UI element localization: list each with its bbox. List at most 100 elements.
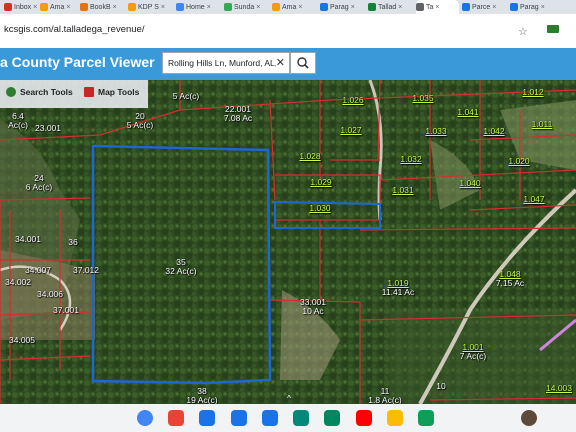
address-search-input[interactable]: Rolling Hills Ln, Munford, AL, 3 ✕ — [162, 52, 290, 74]
parcel-label[interactable]: 1.028 — [299, 152, 320, 161]
youtube-icon[interactable] — [356, 410, 372, 426]
tab-favicon-icon — [416, 3, 424, 11]
meet-icon[interactable] — [293, 410, 309, 426]
browser-tab[interactable]: Parag × — [320, 0, 365, 14]
parcel-label[interactable]: 5 Ac(c) — [173, 92, 199, 101]
parcel-label[interactable]: 10 — [436, 382, 445, 391]
parcel-label[interactable]: 1.040 — [459, 179, 480, 188]
tab-close-icon[interactable]: × — [351, 4, 355, 11]
browser-tab[interactable]: Inbox × — [4, 0, 37, 14]
tab-favicon-icon — [128, 3, 136, 11]
sheets-icon[interactable] — [418, 410, 434, 426]
tab-close-icon[interactable]: × — [66, 4, 70, 11]
parcel-id: 1.011 — [531, 119, 553, 129]
tab-close-icon[interactable]: × — [207, 4, 211, 11]
tab-label: BookB — [90, 3, 111, 11]
browser-tab[interactable]: Sunda × — [224, 0, 269, 14]
parcel-label[interactable]: 37.012 — [73, 266, 99, 275]
tab-strip: Inbox × Ama × BookB × KDP S × Home × Sunda × Ama × Par… — [0, 0, 576, 14]
play-store-icon[interactable] — [324, 410, 340, 426]
files-icon[interactable] — [231, 410, 247, 426]
parcel-label[interactable]: 37.001 — [53, 306, 79, 315]
parcel-id: 1.032 — [400, 154, 422, 164]
browser-tab[interactable]: Parag × — [510, 0, 557, 14]
search-value: Rolling Hills Ln, Munford, AL, 3 — [168, 58, 276, 68]
parcel-label[interactable]: 33.001 10 Ac — [300, 298, 326, 316]
parcel-label[interactable]: 36 — [68, 238, 77, 247]
parcel-label[interactable]: 11 1.8 Ac(c) — [368, 387, 402, 405]
parcel-acreage: 19 Ac(c) — [186, 395, 218, 405]
parcel-label[interactable]: 1.027 — [340, 126, 361, 135]
chrome-icon[interactable] — [137, 410, 153, 426]
parcel-label[interactable]: 34.002 — [5, 278, 31, 287]
parcel-label[interactable]: 14.003 — [546, 384, 572, 393]
photos-icon[interactable] — [387, 410, 403, 426]
parcel-id: 5 Ac(c) — [172, 91, 200, 101]
parcel-label[interactable]: 1.047 — [523, 195, 544, 204]
url-field[interactable]: kcsgis.com/al.talladega_revenue/ — [4, 24, 144, 35]
parcel-label[interactable]: 1.012 — [522, 88, 543, 97]
parcel-label[interactable]: 1.041 — [457, 108, 478, 117]
browser-tab[interactable]: Home × — [176, 0, 221, 14]
shelf-chevron-up-icon[interactable]: ^ — [284, 394, 294, 403]
parcel-label[interactable]: 20 5 Ac(c) — [127, 112, 153, 130]
parcel-label[interactable]: 1.019 11.41 Ac — [382, 279, 414, 297]
map-tools-button[interactable]: Map Tools — [84, 87, 139, 97]
clear-search-icon[interactable]: ✕ — [276, 56, 285, 69]
tab-close-icon[interactable]: × — [298, 4, 302, 11]
tab-close-icon[interactable]: × — [161, 4, 165, 11]
parcel-id: 1.029 — [310, 177, 332, 187]
parcel-label[interactable]: 1.011 — [532, 120, 553, 129]
parcel-label[interactable]: 1.026 — [342, 96, 363, 105]
parcel-id: 34.001 — [15, 234, 41, 244]
star-icon[interactable]: ☆ — [518, 25, 528, 38]
tab-close-icon[interactable]: × — [398, 4, 402, 11]
calendar-icon[interactable] — [199, 410, 215, 426]
parcel-label[interactable]: 34.001 — [15, 235, 41, 244]
parcel-label[interactable]: 1.032 — [400, 155, 421, 164]
messages-icon[interactable] — [262, 410, 278, 426]
parcel-label[interactable]: 1.042 — [483, 127, 504, 136]
parcel-map[interactable]: 5 Ac(c) 22.001 7.08 Ac 1.026 1.035 1.012 1.041… — [0, 80, 576, 404]
parcel-label[interactable]: 1.048 7.15 Ac — [496, 270, 524, 288]
tab-close-icon[interactable]: × — [33, 4, 37, 11]
parcel-id: 1.030 — [309, 203, 331, 213]
parcel-label[interactable]: 38 19 Ac(c) — [186, 387, 218, 405]
browser-tab[interactable]: Ama × — [272, 0, 317, 14]
parcel-label[interactable]: 1.030 — [309, 204, 330, 213]
parcel-id: 1.026 — [342, 95, 364, 105]
browser-tab[interactable]: BookB × — [80, 0, 125, 14]
parcel-label[interactable]: 34.007 — [25, 266, 51, 275]
tab-close-icon[interactable]: × — [256, 4, 260, 11]
parcel-label[interactable]: 23.001 — [35, 124, 61, 133]
parcel-label[interactable]: 1.020 — [508, 157, 529, 166]
tab-close-icon[interactable]: × — [492, 4, 496, 11]
gmail-icon[interactable] — [168, 410, 184, 426]
parcel-label[interactable]: 34.006 — [37, 290, 63, 299]
parcel-label[interactable]: 34.005 — [9, 336, 35, 345]
tab-close-icon[interactable]: × — [435, 4, 439, 11]
parcel-label[interactable]: 1.029 — [310, 178, 331, 187]
browser-tab[interactable]: KDP S × — [128, 0, 173, 14]
parcel-acreage: 1.8 Ac(c) — [368, 395, 402, 405]
parcel-label[interactable]: 35 32 Ac(c) — [165, 258, 196, 276]
search-tools-button[interactable]: Search Tools — [6, 87, 73, 97]
parcel-label[interactable]: 1.001 7 Ac(c) — [460, 343, 486, 361]
tab-close-icon[interactable]: × — [113, 4, 117, 11]
parcel-label[interactable]: 6.4 Ac(c) — [8, 112, 28, 130]
parcel-label[interactable]: 22.001 7.08 Ac — [224, 105, 252, 123]
browser-tab[interactable]: Tallad × — [368, 0, 413, 14]
tab-label: Parag — [330, 3, 349, 11]
browser-tab[interactable]: Ta × — [416, 0, 459, 14]
browser-tab[interactable]: Ama × — [40, 0, 77, 14]
tab-close-icon[interactable]: × — [541, 4, 545, 11]
user-avatar[interactable] — [521, 410, 537, 426]
browser-tab[interactable]: Parce × — [462, 0, 507, 14]
search-button[interactable] — [290, 52, 316, 74]
extension-icon[interactable] — [547, 25, 559, 33]
parcel-label[interactable]: 1.033 — [425, 127, 446, 136]
parcel-label[interactable]: 1.031 — [392, 186, 413, 195]
parcel-label[interactable]: 24 6 Ac(c) — [26, 174, 52, 192]
parcel-id: 1.041 — [457, 107, 479, 117]
parcel-label[interactable]: 1.035 — [412, 94, 433, 103]
